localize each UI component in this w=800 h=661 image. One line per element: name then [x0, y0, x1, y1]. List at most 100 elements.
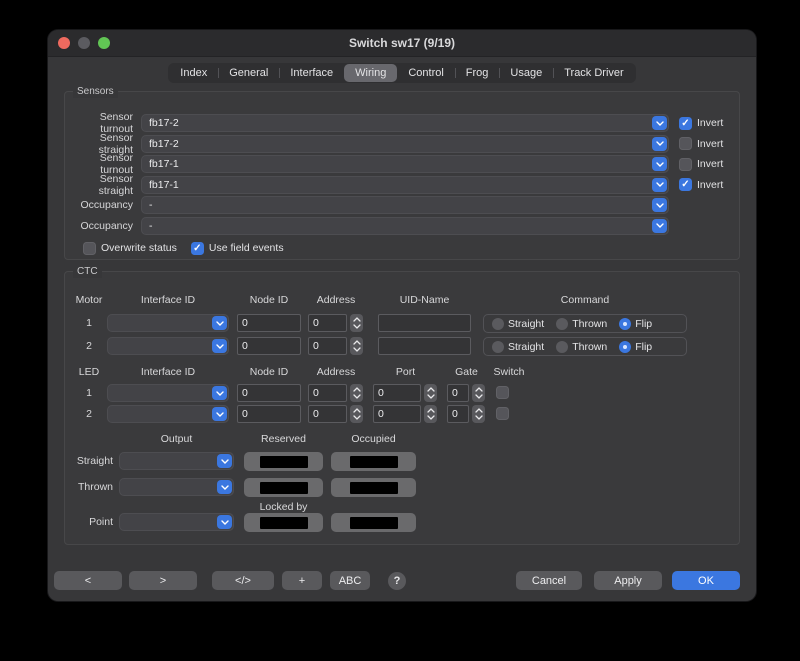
invert-checkbox[interactable]: ✓ [679, 178, 692, 191]
led-interface-combo-1[interactable] [107, 384, 229, 402]
led-address-field-2[interactable] [308, 405, 347, 423]
led-node-id-field-1[interactable] [237, 384, 301, 402]
motor-address-field-1[interactable] [308, 314, 347, 332]
led-port-stepper-1[interactable] [424, 384, 437, 402]
led-address-field-1[interactable] [308, 384, 347, 402]
thrown-output-combo[interactable] [119, 478, 234, 496]
tab-segmented-control: Index General Interface Wiring Control F… [168, 63, 635, 83]
ok-button[interactable]: OK [672, 571, 740, 590]
led-row-index: 2 [69, 408, 109, 420]
led-gate-stepper-1[interactable] [472, 384, 485, 402]
sensor-options-row: ✓ Overwrite status ✓ Use field events [73, 239, 739, 257]
sensor-straight-row-2: Sensor straight fb17-1 ✓ Invert [65, 176, 739, 194]
invert-label: Invert [697, 117, 723, 129]
tab-index[interactable]: Index [169, 64, 218, 82]
add-button[interactable]: + [282, 571, 322, 590]
motor-address-stepper-1[interactable] [350, 314, 363, 332]
node-id-header: Node ID [237, 294, 301, 307]
sensor-turnout-row-2: Sensor turnout fb17-1 ✓ Invert [65, 155, 739, 173]
led-gate-field-2[interactable] [447, 405, 469, 423]
combo-value: fb17-1 [142, 179, 179, 191]
chevron-down-icon [652, 116, 667, 130]
chevron-down-icon [217, 515, 232, 529]
led-port-field-2[interactable] [373, 405, 421, 423]
occupancy-row-2: Occupancy - [65, 217, 739, 235]
tab-frog[interactable]: Frog [455, 64, 500, 82]
tab-interface[interactable]: Interface [279, 64, 344, 82]
motor-address-stepper-2[interactable] [350, 337, 363, 355]
radio-flip[interactable]: Flip [619, 318, 652, 330]
color-swatch [260, 456, 308, 468]
sensors-groupbox: Sensors Sensor turnout fb17-2 ✓ Invert S… [64, 91, 740, 260]
point-occupied-color-button[interactable] [331, 513, 416, 532]
straight-reserved-color-button[interactable] [244, 452, 323, 471]
motor-interface-combo-2[interactable] [107, 337, 229, 355]
led-interface-combo-2[interactable] [107, 405, 229, 423]
radio-label: Thrown [572, 318, 607, 330]
motor-uid-name-field-1[interactable] [378, 314, 471, 332]
prev-button[interactable]: < [54, 571, 122, 590]
led-gate-field-1[interactable] [447, 384, 469, 402]
tab-general[interactable]: General [218, 64, 279, 82]
sensor-straight-combo-1[interactable]: fb17-2 [141, 135, 669, 153]
thrown-occupied-color-button[interactable] [331, 478, 416, 497]
combo-value: fb17-2 [142, 117, 179, 129]
combo-value: fb17-1 [142, 158, 179, 170]
motor-node-id-field-1[interactable] [237, 314, 301, 332]
interface-id-header: Interface ID [107, 294, 229, 307]
next-button[interactable]: > [129, 571, 197, 590]
occupancy-combo-1[interactable]: - [141, 196, 669, 214]
tab-track-driver[interactable]: Track Driver [553, 64, 634, 82]
sensor-turnout-combo-2[interactable]: fb17-1 [141, 155, 669, 173]
zoom-button[interactable] [98, 37, 110, 49]
led-gate-stepper-2[interactable] [472, 405, 485, 423]
use-field-events-checkbox[interactable]: ✓ [191, 242, 204, 255]
cancel-button[interactable]: Cancel [516, 571, 582, 590]
color-swatch [260, 517, 308, 529]
radio-thrown[interactable]: Thrown [556, 341, 607, 353]
radio-icon [619, 341, 631, 353]
occupancy-row-1: Occupancy - [65, 196, 739, 214]
overwrite-status-checkbox[interactable]: ✓ [83, 242, 96, 255]
motor-interface-combo-1[interactable] [107, 314, 229, 332]
tab-usage[interactable]: Usage [499, 64, 553, 82]
led-gate-header: Gate [447, 366, 486, 379]
led-switch-checkbox-1[interactable]: ✓ [496, 386, 509, 399]
straight-occupied-color-button[interactable] [331, 452, 416, 471]
motor-node-id-field-2[interactable] [237, 337, 301, 355]
led-address-stepper-1[interactable] [350, 384, 363, 402]
radio-label: Flip [635, 341, 652, 353]
apply-button[interactable]: Apply [594, 571, 662, 590]
radio-thrown[interactable]: Thrown [556, 318, 607, 330]
motor-uid-name-field-2[interactable] [378, 337, 471, 355]
led-port-field-1[interactable] [373, 384, 421, 402]
point-lockedby-color-button[interactable] [244, 513, 323, 532]
tab-control[interactable]: Control [397, 64, 454, 82]
address-header: Address [308, 294, 364, 307]
invert-label: Invert [697, 138, 723, 150]
radio-straight[interactable]: Straight [492, 341, 544, 353]
led-port-stepper-2[interactable] [424, 405, 437, 423]
thrown-reserved-color-button[interactable] [244, 478, 323, 497]
sensor-straight-combo-2[interactable]: fb17-1 [141, 176, 669, 194]
point-output-combo[interactable] [119, 513, 234, 531]
motor-address-field-2[interactable] [308, 337, 347, 355]
radio-straight[interactable]: Straight [492, 318, 544, 330]
radio-flip[interactable]: Flip [619, 341, 652, 353]
invert-checkbox[interactable]: ✓ [679, 158, 692, 171]
invert-checkbox[interactable]: ✓ [679, 137, 692, 150]
tab-wiring[interactable]: Wiring [344, 64, 397, 82]
help-button[interactable]: ? [388, 572, 406, 590]
occupancy-combo-2[interactable]: - [141, 217, 669, 235]
chevron-down-icon [652, 178, 667, 192]
code-button[interactable]: </> [212, 571, 274, 590]
abc-button[interactable]: ABC [330, 571, 370, 590]
close-button[interactable] [58, 37, 70, 49]
straight-output-combo[interactable] [119, 452, 234, 470]
invert-checkbox[interactable]: ✓ [679, 117, 692, 130]
led-address-stepper-2[interactable] [350, 405, 363, 423]
led-node-id-field-2[interactable] [237, 405, 301, 423]
led-switch-checkbox-2[interactable]: ✓ [496, 407, 509, 420]
sensor-turnout-combo-1[interactable]: fb17-2 [141, 114, 669, 132]
minimize-button[interactable] [78, 37, 90, 49]
